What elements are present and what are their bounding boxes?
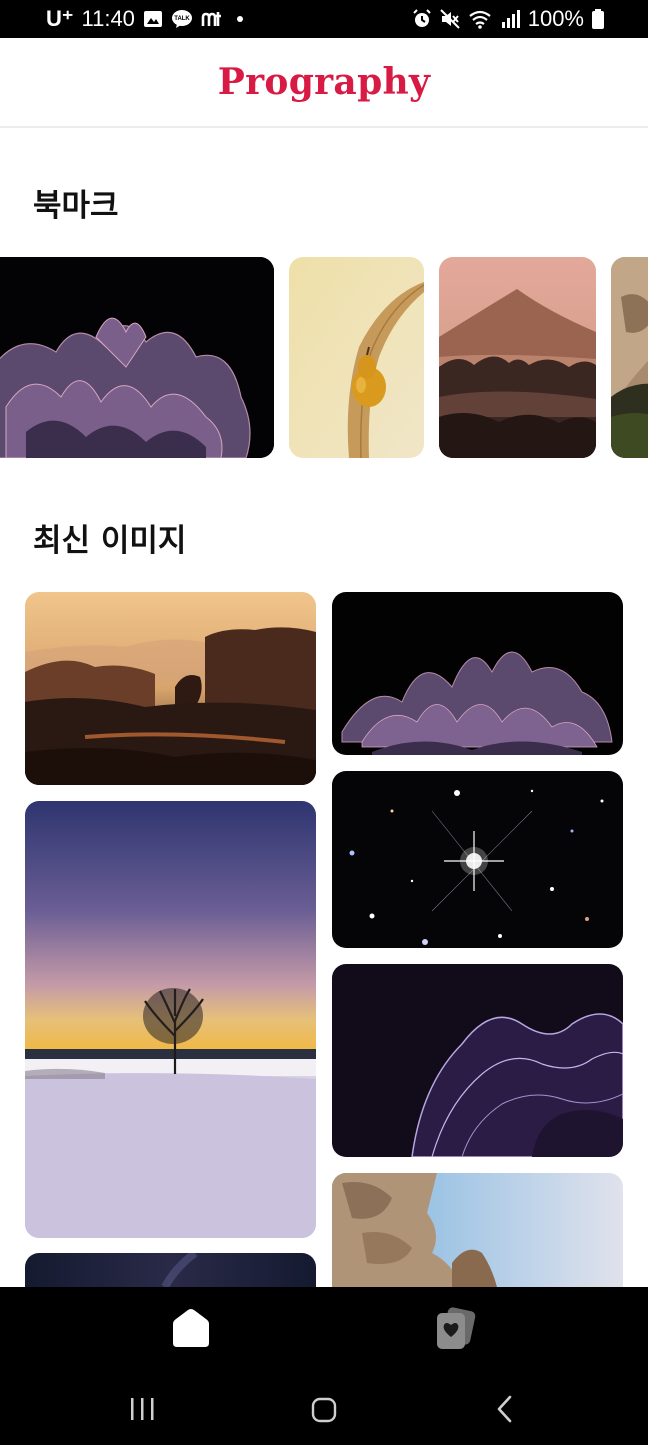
latest-canyon-image	[332, 1173, 623, 1287]
latest-card-stars[interactable]	[332, 771, 623, 948]
dot-icon	[236, 16, 243, 22]
latest-card-flower[interactable]	[332, 592, 623, 755]
battery-icon	[592, 9, 604, 29]
signal-icon	[501, 10, 520, 28]
status-bar-right: 100%	[412, 6, 604, 32]
latest-card-tree-snow[interactable]	[25, 801, 316, 1238]
mute-icon	[440, 9, 460, 29]
svg-text:TALK: TALK	[174, 16, 190, 22]
system-home-icon[interactable]	[310, 1396, 338, 1424]
app-logo: Prography	[217, 61, 431, 103]
bookmark-card-flower[interactable]	[0, 257, 274, 458]
bookmark-pear-image	[289, 257, 424, 458]
kakaotalk-icon: TALK	[171, 10, 192, 28]
status-bar: U⁺ 11:40 TALK 100%	[0, 0, 648, 38]
latest-title: 최신 이미지	[33, 523, 187, 559]
time-label: 11:40	[81, 6, 135, 31]
bookmark-card-pear[interactable]	[289, 257, 424, 458]
gallery-icon	[143, 11, 162, 27]
app-icon	[201, 12, 221, 26]
latest-purple-abstract-image	[332, 964, 623, 1157]
bookmarks-title: 북마크	[33, 188, 119, 224]
bookmark-rock-image	[611, 257, 648, 458]
battery-label: 100%	[527, 6, 584, 31]
latest-card-night-sky[interactable]	[25, 1253, 316, 1287]
recents-icon[interactable]	[128, 1396, 158, 1422]
latest-stars-image	[332, 771, 623, 948]
bookmark-heart-icon[interactable]	[433, 1307, 477, 1351]
back-icon[interactable]	[494, 1394, 516, 1424]
bookmark-mountain-image	[439, 257, 596, 458]
bookmark-card-rock[interactable]	[611, 257, 648, 458]
home-icon[interactable]	[170, 1307, 212, 1349]
bookmark-card-mountain[interactable]	[439, 257, 596, 458]
carrier-label: U⁺	[46, 6, 74, 31]
latest-desert-image	[25, 592, 316, 785]
latest-night-sky-image	[25, 1253, 316, 1287]
app-header: Prography	[0, 38, 648, 128]
alarm-icon	[413, 9, 431, 27]
latest-tree-snow-image	[25, 801, 316, 1238]
latest-card-desert[interactable]	[25, 592, 316, 785]
system-nav-bar	[0, 1372, 648, 1445]
latest-flower-image	[332, 592, 623, 755]
bottom-nav	[0, 1287, 648, 1372]
status-bar-left: U⁺ 11:40 TALK	[46, 6, 243, 32]
latest-card-canyon[interactable]	[332, 1173, 623, 1287]
latest-card-purple-abstract[interactable]	[332, 964, 623, 1157]
wifi-icon	[469, 10, 491, 29]
bookmark-flower-image	[0, 257, 274, 458]
